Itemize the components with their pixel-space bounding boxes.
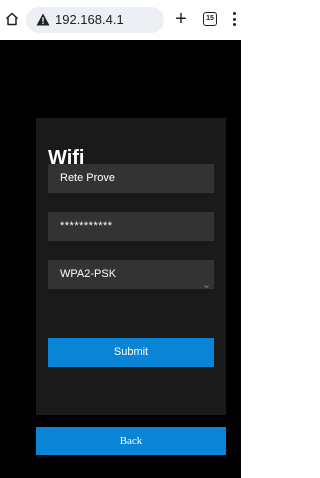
new-tab-button[interactable]: + — [172, 9, 190, 29]
url-text: 192.168.4.1 — [55, 12, 124, 27]
wifi-form-card: Wifi Rete Prove *********** WPA2-PSK Sub… — [36, 118, 226, 415]
tab-switcher-button[interactable]: 15 — [203, 12, 217, 26]
chevron-down-icon — [204, 272, 209, 289]
browser-toolbar: 192.168.4.1 + 15 — [0, 0, 241, 40]
address-bar[interactable]: 192.168.4.1 — [26, 7, 164, 33]
security-select[interactable]: WPA2-PSK — [48, 260, 214, 289]
more-vert-icon[interactable] — [229, 12, 239, 28]
ssid-input[interactable]: Rete Prove — [48, 164, 214, 193]
back-button[interactable]: Back — [36, 427, 226, 455]
warning-icon[interactable] — [36, 13, 50, 26]
page-content: Wifi Rete Prove *********** WPA2-PSK Sub… — [0, 40, 241, 478]
submit-button[interactable]: Submit — [48, 338, 214, 367]
home-icon[interactable] — [5, 12, 19, 26]
security-select-value: WPA2-PSK — [60, 268, 117, 280]
password-input[interactable]: *********** — [48, 212, 214, 241]
